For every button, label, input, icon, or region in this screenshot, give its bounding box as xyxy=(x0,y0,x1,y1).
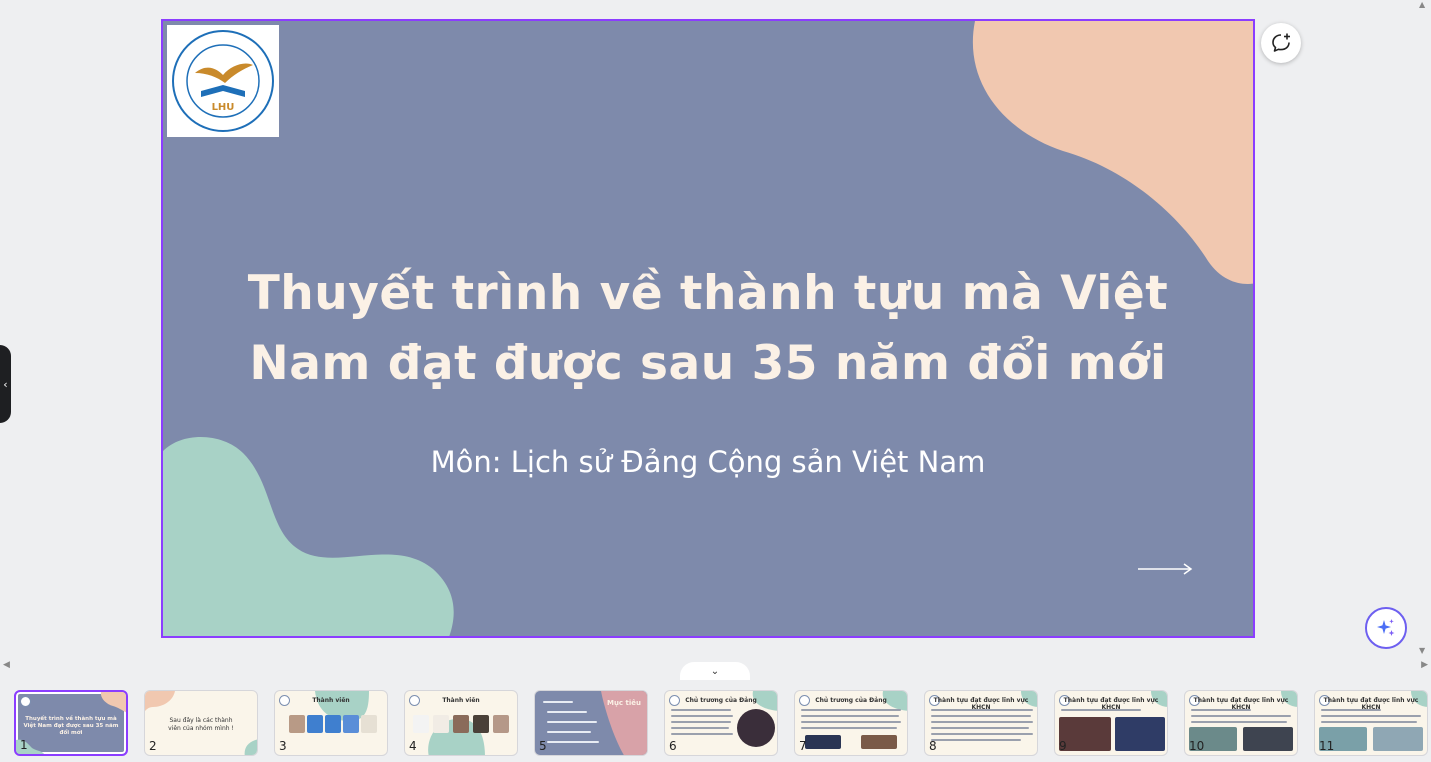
page-thumbnail-4[interactable]: Thành viên 4 xyxy=(404,690,518,756)
page-thumbnail-2[interactable]: Sau đây là các thành viên của nhóm mình … xyxy=(144,690,258,756)
vertical-scrollbar[interactable]: ▲ ▼ xyxy=(1417,0,1431,660)
chevron-left-icon: ‹ xyxy=(3,377,8,391)
page-thumbnail-9[interactable]: Thành tựu đạt được lĩnh vực KHCN 9 xyxy=(1054,690,1168,756)
canvas-area: LHU Thuyết trình về thành tựu mà Việt Na… xyxy=(0,0,1417,658)
page-thumbnail-6[interactable]: Chủ trương của Đảng 6 xyxy=(664,690,778,756)
university-logo[interactable]: LHU xyxy=(167,25,279,137)
slide-title-line-1: Thuyết trình về thành tựu mà Việt xyxy=(247,266,1169,321)
side-panel-toggle[interactable]: ‹ xyxy=(0,345,11,423)
collapse-pages-button[interactable]: ⌄ xyxy=(680,662,750,680)
slide-subtitle[interactable]: Môn: Lịch sử Đảng Cộng sản Việt Nam xyxy=(163,445,1253,479)
page-thumbnail-5[interactable]: Mục tiêu 5 xyxy=(534,690,648,756)
slide-canvas[interactable]: LHU Thuyết trình về thành tựu mà Việt Na… xyxy=(161,19,1255,638)
page-thumbnail-7[interactable]: Chủ trương của Đảng 7 xyxy=(794,690,908,756)
arrow-right-icon xyxy=(1138,563,1193,575)
slide-title-line-2: Nam đạt được sau 35 năm đổi mới xyxy=(249,336,1167,391)
page-thumbnail-1[interactable]: Thuyết trình về thành tựu mà Việt Nam đạ… xyxy=(14,690,128,756)
page-thumbnail-8[interactable]: Thành tựu đạt được lĩnh vực KHCN 8 xyxy=(924,690,1038,756)
magic-assistant-button[interactable] xyxy=(1365,607,1407,649)
slide-title[interactable]: Thuyết trình về thành tựu mà Việt Nam đạ… xyxy=(203,259,1213,399)
page-thumbnail-10[interactable]: Thành tựu đạt được lĩnh vực KHCN 10 xyxy=(1184,690,1298,756)
page-thumbnail-11[interactable]: Thành tựu đạt được lĩnh vực KHCN 11 xyxy=(1314,690,1428,756)
add-comment-button[interactable] xyxy=(1261,23,1301,63)
svg-text:LHU: LHU xyxy=(212,102,235,113)
chevron-down-icon: ⌄ xyxy=(710,665,720,677)
comment-add-icon xyxy=(1272,33,1290,52)
page-thumbnails-strip: Thuyết trình về thành tựu mà Việt Nam đạ… xyxy=(0,680,1431,762)
sparkle-icon xyxy=(1377,619,1395,636)
page-thumbnail-3[interactable]: Thành viên 3 xyxy=(274,690,388,756)
